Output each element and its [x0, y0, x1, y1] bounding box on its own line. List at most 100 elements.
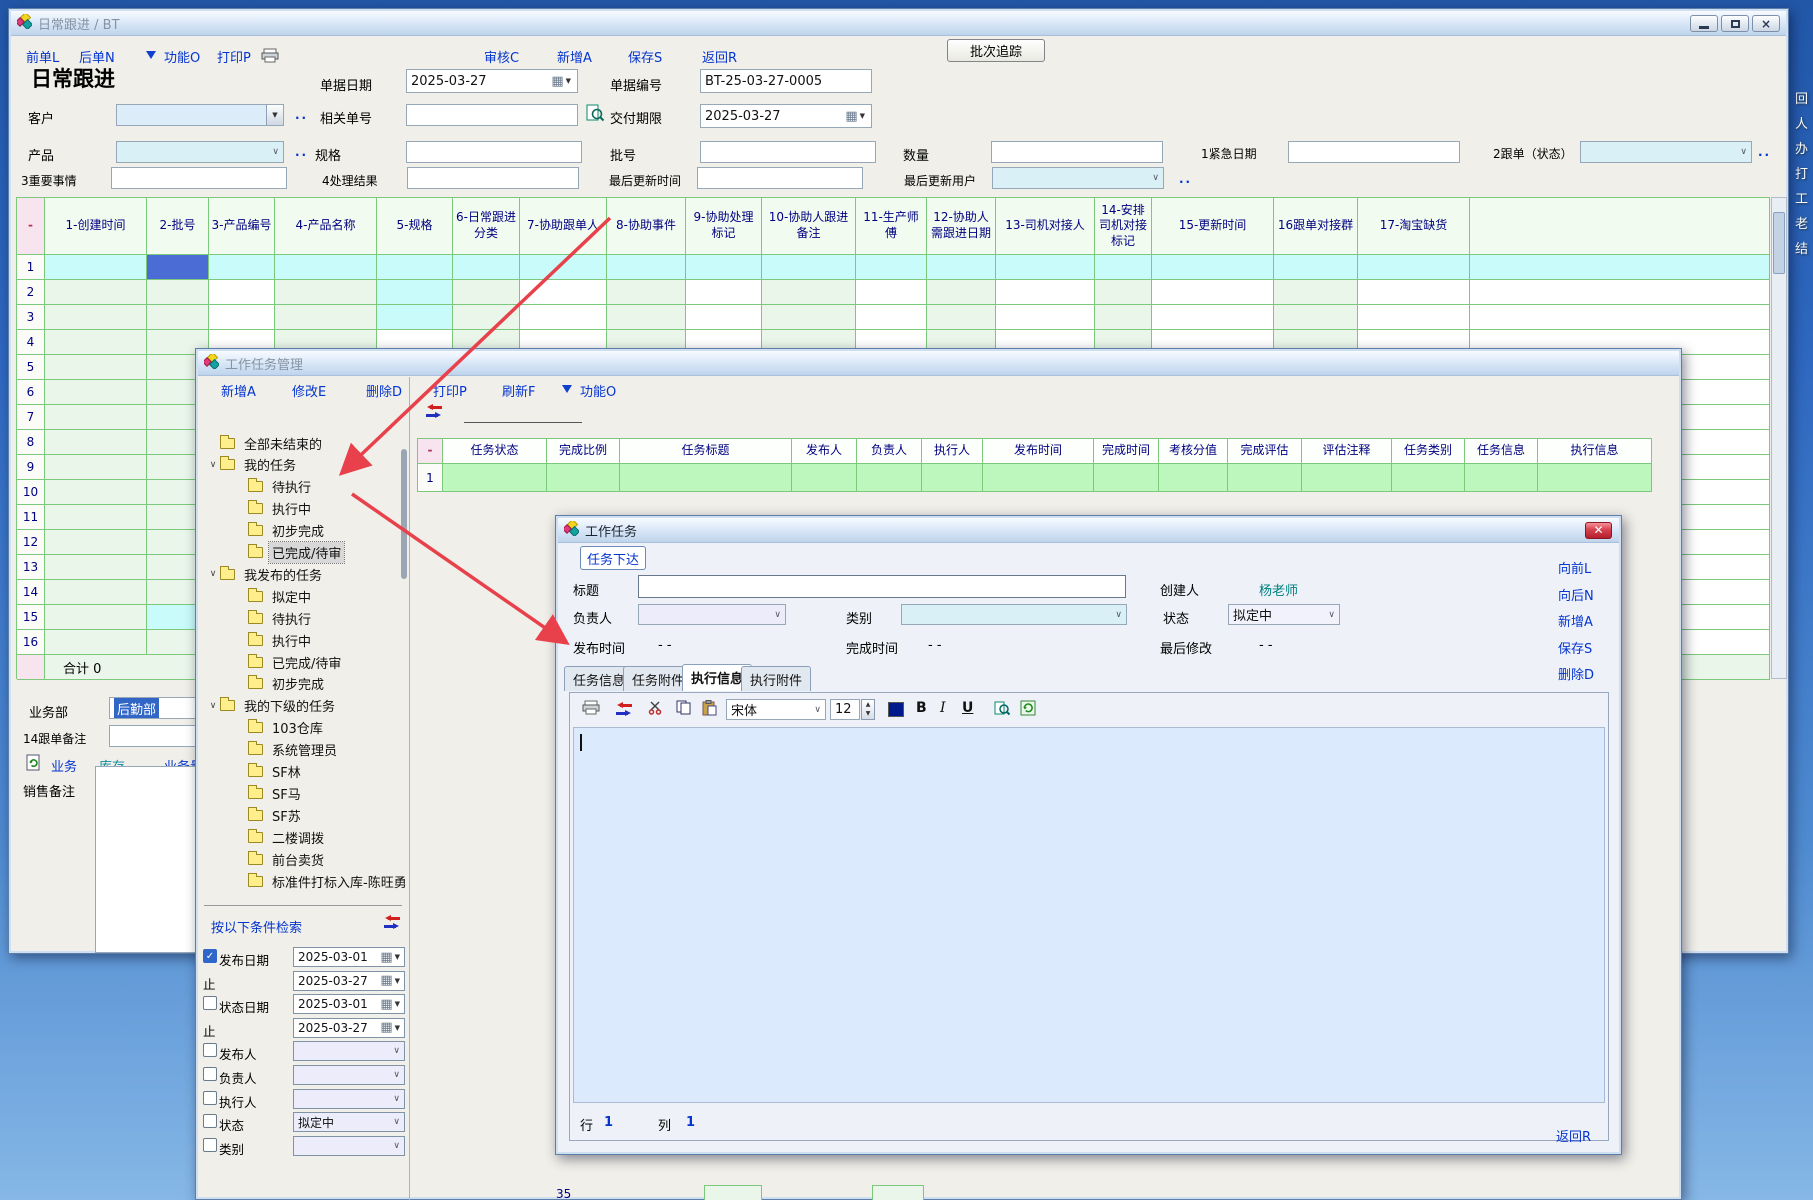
swap-filter-icon[interactable]: [382, 915, 402, 929]
tm-add-link[interactable]: 新增A: [221, 381, 256, 400]
dialog-nav-link[interactable]: 删除D: [1558, 664, 1594, 683]
grid-row-number[interactable]: 9: [17, 455, 45, 480]
tm-refresh-link[interactable]: 刷新F: [502, 381, 535, 400]
grid-cell[interactable]: [927, 305, 996, 330]
italic-button[interactable]: I: [940, 700, 946, 716]
dialog-nav-link[interactable]: 保存S: [1558, 638, 1592, 657]
main-grid-col-header[interactable]: 16跟单对接群: [1274, 198, 1358, 255]
grid-cell[interactable]: [45, 580, 147, 605]
grid-cell[interactable]: [762, 305, 856, 330]
grid-row-number[interactable]: 12: [17, 530, 45, 555]
task-grid-cell[interactable]: [1094, 464, 1159, 492]
tree-item[interactable]: ∨我发布的任务: [200, 564, 406, 584]
grid-cell[interactable]: [45, 530, 147, 555]
related-no-field[interactable]: [406, 104, 578, 126]
main-grid-col-header[interactable]: 17-淘宝缺货: [1358, 198, 1470, 255]
product-combo[interactable]: ∨: [116, 141, 284, 163]
paste-icon[interactable]: [702, 700, 717, 716]
grid-cell[interactable]: [45, 405, 147, 430]
tab-3[interactable]: 执行附件: [741, 666, 811, 691]
main-grid-col-header[interactable]: 13-司机对接人: [996, 198, 1095, 255]
main-grid-col-header[interactable]: 4-产品名称: [275, 198, 377, 255]
vertical-scrollbar[interactable]: [1771, 197, 1787, 679]
grid-cell[interactable]: [856, 305, 927, 330]
owner-combo[interactable]: ∨: [638, 604, 786, 625]
find-icon[interactable]: [994, 700, 1011, 717]
chevron-down-icon[interactable]: ∨: [206, 701, 220, 711]
batch-trace-button[interactable]: 批次追踪: [947, 39, 1045, 62]
tree-item[interactable]: ∨我的任务: [200, 455, 406, 475]
grid-cell[interactable]: [996, 280, 1095, 305]
grid-cell[interactable]: [607, 305, 686, 330]
desktop-icon-label[interactable]: 工: [1795, 188, 1808, 207]
grid-cell[interactable]: [1152, 280, 1274, 305]
grid-cell[interactable]: [147, 305, 209, 330]
main-grid-col-header[interactable]: 9-协助处理标记: [686, 198, 762, 255]
chevron-down-icon[interactable]: ∨: [206, 569, 220, 579]
main-titlebar[interactable]: 日常跟进 / BT ×: [11, 11, 1786, 36]
audit-link[interactable]: 审核C: [484, 47, 519, 66]
grid-cell[interactable]: [275, 305, 377, 330]
dropdown-arrow-icon[interactable]: ∨: [1115, 610, 1126, 620]
filter-date-field[interactable]: 2025-03-27▦▼: [293, 1018, 405, 1038]
task-grid-col-header[interactable]: 完成比例: [547, 439, 620, 464]
task-grid-cell[interactable]: [1465, 464, 1538, 492]
follow-status-more-link[interactable]: ..: [1758, 145, 1771, 159]
dialog-back-link[interactable]: 返回R: [1556, 1126, 1591, 1145]
grid-cell[interactable]: [45, 480, 147, 505]
grid-row-number[interactable]: 16: [17, 630, 45, 655]
restore-button[interactable]: [1721, 15, 1749, 32]
dropdown-arrow-icon[interactable]: ▼: [566, 77, 571, 85]
filter-date-field[interactable]: 2025-03-01▦▼: [293, 947, 405, 967]
close-icon[interactable]: ✕: [1585, 522, 1612, 539]
font-size-stepper[interactable]: ▲▼: [861, 699, 875, 720]
grid-cell[interactable]: [607, 255, 686, 280]
important-field[interactable]: [111, 167, 287, 189]
task-grid-col-header[interactable]: 执行人: [922, 439, 983, 464]
grid-row-number[interactable]: 2: [17, 280, 45, 305]
grid-cell[interactable]: [45, 330, 147, 355]
tree-scrollbar-thumb[interactable]: [401, 449, 407, 579]
task-grid-cell[interactable]: [620, 464, 792, 492]
tree-item[interactable]: ∨我的下级的任务: [200, 696, 406, 716]
grid-cell[interactable]: [45, 455, 147, 480]
filter-checkbox[interactable]: [203, 1067, 217, 1081]
dropdown-arrow-icon[interactable]: ▼: [266, 105, 283, 125]
task-grid-cell[interactable]: [1228, 464, 1302, 492]
font-color-swatch[interactable]: [888, 702, 904, 717]
main-grid-col-header[interactable]: 14-安排司机对接标记: [1095, 198, 1152, 255]
spec-field[interactable]: [406, 141, 582, 163]
desktop-icon-label[interactable]: 结: [1795, 238, 1808, 257]
grid-cell[interactable]: [45, 630, 147, 655]
dropdown-arrow-icon[interactable]: ∨: [272, 147, 283, 157]
task-grid-cell[interactable]: [857, 464, 922, 492]
grid-row-number[interactable]: 4: [17, 330, 45, 355]
desktop-icon-label[interactable]: 打: [1795, 163, 1808, 182]
tm-edit-link[interactable]: 修改E: [292, 381, 326, 400]
grid-cell[interactable]: [45, 605, 147, 630]
grid-cell[interactable]: [1152, 255, 1274, 280]
dropdown-arrow-icon[interactable]: ▼: [395, 953, 400, 961]
grid-row-number[interactable]: 15: [17, 605, 45, 630]
tree-item[interactable]: 初步完成: [200, 521, 406, 541]
grid-cell[interactable]: [762, 255, 856, 280]
tree-item[interactable]: 已完成/待审: [200, 543, 406, 563]
qty-field[interactable]: [991, 141, 1163, 163]
category-combo[interactable]: ∨: [901, 604, 1127, 625]
grid-cell[interactable]: [45, 305, 147, 330]
business-link[interactable]: 业务: [51, 756, 77, 775]
grid-cell[interactable]: [686, 255, 762, 280]
main-grid-col-header[interactable]: 7-协助跟单人: [520, 198, 607, 255]
grid-cell[interactable]: [1095, 255, 1152, 280]
grid-cell[interactable]: [762, 280, 856, 305]
grid-cell[interactable]: [856, 280, 927, 305]
task-grid-cell[interactable]: [1302, 464, 1392, 492]
grid-cell[interactable]: [1358, 255, 1470, 280]
filter-select-field[interactable]: 拟定中∨: [293, 1112, 405, 1132]
search-icon[interactable]: [586, 104, 605, 127]
underline-button[interactable]: U: [962, 700, 973, 716]
grid-cell[interactable]: [209, 305, 275, 330]
tree-item[interactable]: 103仓库: [200, 718, 406, 738]
font-family-select[interactable]: 宋体∨: [726, 699, 826, 720]
grid-cell[interactable]: [45, 280, 147, 305]
